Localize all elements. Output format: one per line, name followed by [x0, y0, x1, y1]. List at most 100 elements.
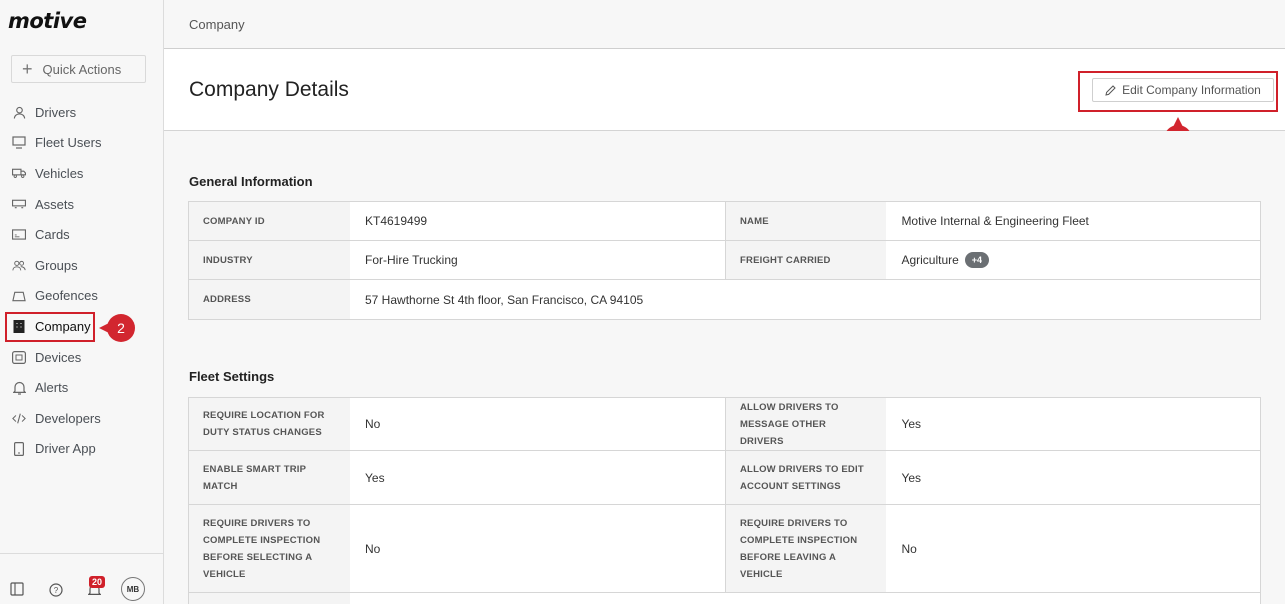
quick-actions-label: Quick Actions [42, 61, 122, 77]
setting-value: No [886, 505, 1260, 592]
setting-value: Yes [886, 398, 1260, 450]
step-marker-2: 2 [99, 314, 135, 342]
page-title: Company Details [189, 78, 349, 101]
phone-icon [12, 441, 26, 456]
table-cell-group: INDUSTRY For-Hire Trucking [189, 241, 725, 279]
sidebar-item-drivers[interactable]: Drivers [0, 97, 163, 128]
main-content: General Information COMPANY ID KT4619499… [164, 131, 1285, 604]
person-icon [12, 105, 26, 119]
sidebar-item-label: Alerts [35, 380, 69, 396]
table-cell-group: REQUIRE DRIVERS TO COMPLETE INSPECTION B… [725, 505, 1260, 592]
marker-pointer [1172, 117, 1184, 129]
truck-icon [12, 166, 26, 180]
svg-text:?: ? [54, 586, 59, 595]
table-cell-group: FREIGHT CARRIED Agriculture +4 [725, 241, 1260, 279]
topbar: Company [164, 0, 1285, 49]
breadcrumb: Company [189, 17, 245, 32]
sidebar-item-driver-app[interactable]: Driver App [0, 434, 163, 465]
device-icon [12, 350, 26, 364]
code-icon [12, 411, 26, 425]
table-cell-group: REQUIRE DRIVERS TO COMPLETE INSPECTION B… [189, 505, 725, 592]
sidebar-item-alerts[interactable]: Alerts [0, 372, 163, 403]
industry-label: INDUSTRY [189, 241, 350, 279]
setting-label: ALLOW DRIVERS TO EDIT ACCOUNT SETTINGS [726, 451, 887, 504]
setting-value: Yes [886, 451, 1260, 504]
setting-value: No [350, 398, 725, 450]
setting-label: REQUIRE DRIVERS TO COMPLETE INSPECTION B… [189, 505, 350, 592]
table-row: REQUIRE LOCATION FOR DUTY STATUS CHANGES… [189, 398, 1260, 451]
marker-pointer [99, 322, 111, 334]
group-icon [12, 258, 26, 272]
freight-carried-value: Agriculture +4 [886, 241, 1260, 279]
step-marker-label: 2 [117, 320, 125, 336]
sidebar-item-assets[interactable]: Assets [0, 189, 163, 220]
fleet-settings-title: Fleet Settings [189, 369, 275, 384]
sidebar-item-label: Fleet Users [35, 135, 102, 151]
sidebar-item-label: Cards [35, 227, 70, 243]
sidebar-item-label: Geofences [35, 288, 98, 304]
edit-highlight [1078, 71, 1278, 112]
table-cell-group: COMPANY ID KT4619499 [189, 202, 725, 240]
table-row: ENABLE SMART TRIP MATCH Yes ALLOW DRIVER… [189, 451, 1260, 505]
sidebar-item-geofences[interactable]: Geofences [0, 281, 163, 312]
name-value: Motive Internal & Engineering Fleet [886, 202, 1260, 240]
industry-value: For-Hire Trucking [350, 241, 725, 279]
setting-label: ENABLE SMART TRIP MATCH [189, 451, 350, 504]
freight-carried-label: FREIGHT CARRIED [726, 241, 887, 279]
sidebar-item-groups[interactable]: Groups [0, 250, 163, 281]
monitor-icon [12, 136, 26, 150]
sidebar-nav: Drivers Fleet Users Vehicles Assets Card… [0, 97, 163, 464]
bell-icon [12, 381, 26, 395]
table-cell-group: NAME Motive Internal & Engineering Fleet [725, 202, 1260, 240]
card-icon [12, 228, 26, 242]
motive-logo[interactable]: motive [8, 9, 87, 33]
trailer-icon [12, 197, 26, 211]
general-information-table: COMPANY ID KT4619499 NAME Motive Interna… [188, 201, 1261, 320]
sidebar-item-developers[interactable]: Developers [0, 403, 163, 434]
table-row: ADDRESS 57 Hawthorne St 4th floor, San F… [189, 280, 1260, 319]
help-icon[interactable]: ? [48, 582, 64, 598]
name-label: NAME [726, 202, 887, 240]
company-id-label: COMPANY ID [189, 202, 350, 240]
fleet-settings-table: REQUIRE LOCATION FOR DUTY STATUS CHANGES… [188, 397, 1261, 604]
address-value: 57 Hawthorne St 4th floor, San Francisco… [350, 280, 1250, 319]
plus-icon: + [22, 59, 33, 79]
table-row: COMPANY ID KT4619499 NAME Motive Interna… [189, 202, 1260, 241]
table-cell-group: ALLOW DRIVERS TO EDIT ACCOUNT SETTINGS Y… [725, 451, 1260, 504]
setting-label [189, 593, 350, 604]
table-cell-group: ENABLE SMART TRIP MATCH Yes [189, 451, 725, 504]
quick-actions-button[interactable]: + Quick Actions [11, 55, 146, 83]
setting-value: No [350, 505, 725, 592]
table-row: REQUIRE DRIVERS TO COMPLETE INSPECTION B… [189, 505, 1260, 593]
sidebar-item-cards[interactable]: Cards [0, 219, 163, 250]
table-row [189, 593, 1260, 604]
setting-label: REQUIRE DRIVERS TO COMPLETE INSPECTION B… [726, 505, 887, 592]
sidebar-item-label: Drivers [35, 104, 77, 120]
sidebar-item-label: Driver App [35, 441, 96, 457]
setting-label: ALLOW DRIVERS TO MESSAGE OTHER DRIVERS [726, 398, 887, 450]
geofence-icon [12, 289, 26, 303]
book-icon[interactable] [9, 581, 25, 597]
avatar[interactable]: MB [121, 577, 145, 601]
notification-count-badge: 20 [89, 576, 106, 588]
company-id-value: KT4619499 [350, 202, 725, 240]
sidebar-item-vehicles[interactable]: Vehicles [0, 158, 163, 189]
freight-more-badge[interactable]: +4 [964, 252, 990, 268]
sidebar-item-label: Devices [35, 349, 82, 365]
setting-label: REQUIRE LOCATION FOR DUTY STATUS CHANGES [189, 398, 350, 450]
setting-value: Yes [350, 451, 725, 504]
sidebar-item-label: Vehicles [35, 165, 84, 181]
sidebar-item-devices[interactable]: Devices [0, 342, 163, 373]
general-information-title: General Information [189, 174, 313, 189]
table-row: INDUSTRY For-Hire Trucking FREIGHT CARRI… [189, 241, 1260, 280]
sidebar-item-fleet-users[interactable]: Fleet Users [0, 128, 163, 159]
sidebar-item-label: Developers [35, 410, 101, 426]
table-cell-group: REQUIRE LOCATION FOR DUTY STATUS CHANGES… [189, 398, 725, 450]
freight-carried-text: Agriculture [901, 253, 959, 267]
sidebar-item-label: Assets [35, 196, 75, 212]
table-cell-group: ALLOW DRIVERS TO MESSAGE OTHER DRIVERS Y… [725, 398, 1260, 450]
sidebar: motive + Quick Actions Drivers Fleet Use… [0, 0, 164, 604]
address-label: ADDRESS [189, 280, 350, 319]
company-highlight [5, 312, 95, 342]
sidebar-item-label: Groups [35, 257, 78, 273]
